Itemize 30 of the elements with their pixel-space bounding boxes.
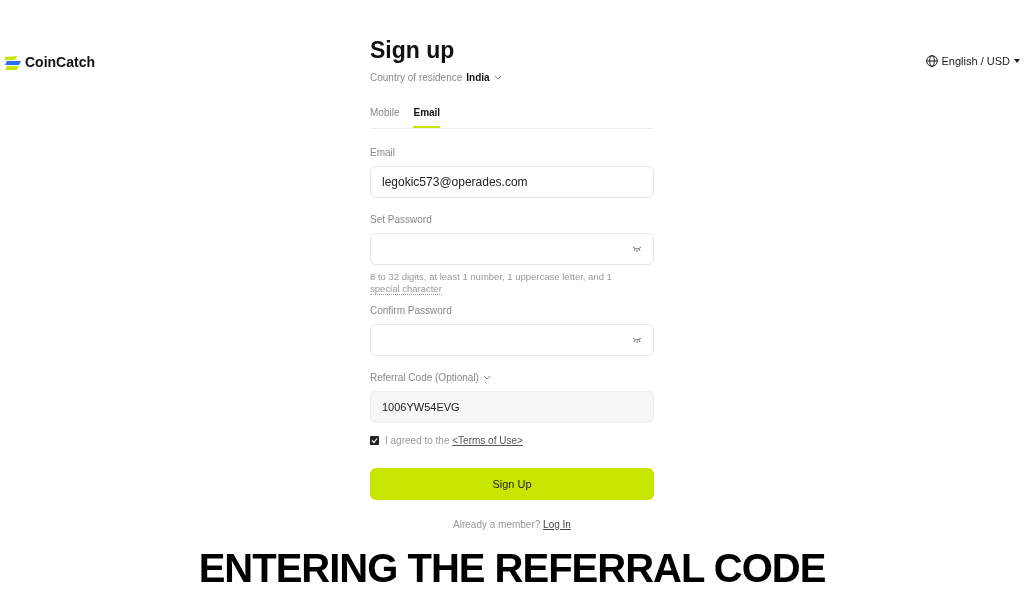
referral-code-field[interactable]: 1006YW54EVG: [370, 391, 654, 423]
country-label: Country of residence: [370, 71, 463, 85]
logo-text[interactable]: CoinCatch: [25, 52, 95, 73]
password-hint: 8 to 32 digits, at least 1 number, 1 uppercase letter, and 1 special character: [370, 271, 613, 295]
sign-up-button[interactable]: Sign Up: [370, 468, 654, 500]
caption: ENTERING THE REFERRAL CODE: [198, 545, 826, 592]
tab[interactable]: Email: [413, 105, 441, 128]
caret-icon: [1014, 59, 1020, 64]
closed-eye-icon[interactable]: [632, 337, 642, 343]
field-label: Email: [370, 146, 396, 160]
terms-link[interactable]: <Terms of Use>: [452, 435, 523, 446]
confirm-password-field[interactable]: [370, 324, 654, 356]
language-selector[interactable]: English / USD: [925, 53, 1020, 70]
closed-eye-icon[interactable]: [632, 246, 642, 252]
field-label[interactable]: Referral Code (Optional): [370, 370, 479, 385]
terms-text: I agreed to the <Terms of Use>: [385, 434, 523, 448]
page-title: Sign up: [370, 36, 456, 64]
field-label: Confirm Password: [370, 304, 453, 318]
logo-icon: [5, 55, 21, 70]
login-link[interactable]: Log In: [543, 519, 571, 530]
chevron-down-icon: [493, 75, 502, 80]
login-prompt: Already a member? Log In: [452, 518, 572, 532]
country-selector[interactable]: India: [466, 70, 502, 85]
tab[interactable]: Mobile: [370, 105, 400, 128]
globe-icon: [925, 55, 938, 68]
email-field[interactable]: legokic573@operades.com: [370, 166, 654, 198]
password-field[interactable]: [370, 233, 654, 265]
checkbox[interactable]: [370, 436, 379, 445]
field-label: Set Password: [370, 213, 433, 227]
chevron-down-icon: [482, 375, 491, 380]
